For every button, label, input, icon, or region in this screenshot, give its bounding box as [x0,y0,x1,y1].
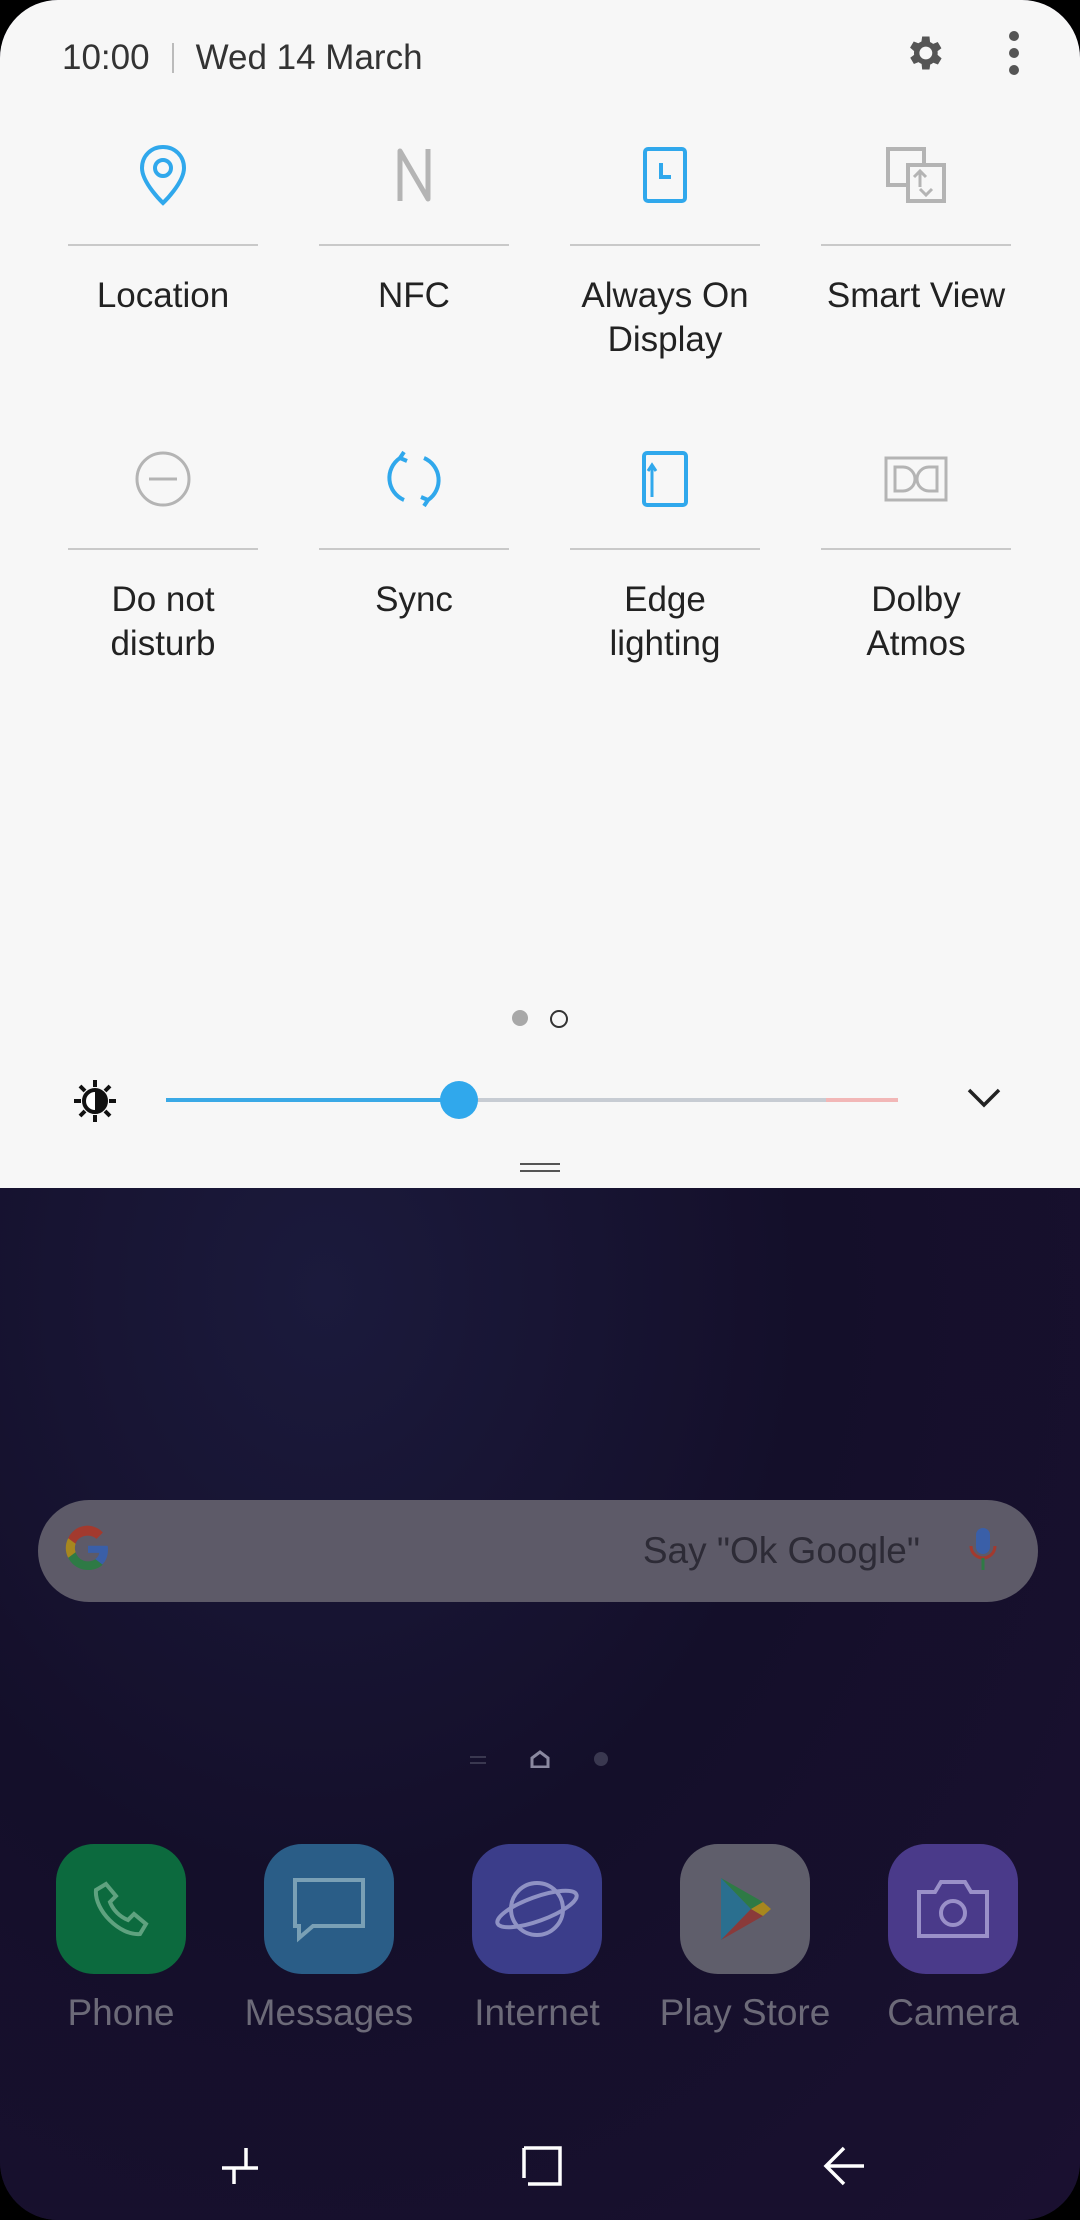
app-camera[interactable]: Camera [853,1844,1053,2034]
google-logo-icon [64,1525,112,1578]
tile-divider [319,244,509,246]
recent-apps-icon[interactable] [218,2144,262,2193]
page-dot[interactable] [512,1010,528,1026]
dock: Phone Messages Internet Play Store Camer… [0,1844,1080,2044]
nfc-icon [319,120,509,230]
app-label: Messages [244,1992,414,2033]
tile-divider [570,244,760,246]
divider [171,43,174,73]
tile-divider [570,548,760,550]
app-messages[interactable]: Messages [229,1844,429,2034]
navigation-bar [0,2108,1080,2220]
slider-high-zone [826,1098,898,1102]
tile-edge-lighting[interactable]: Edge lighting [570,424,760,666]
tile-divider [68,548,258,550]
edge-lighting-icon [570,424,760,534]
screen: 10:00 Wed 14 March Location NFC Always O… [0,0,1080,2220]
google-search-bar[interactable]: Say "Ok Google" [38,1500,1038,1602]
home-page-icon[interactable] [530,1750,550,1773]
smart-view-icon [821,120,1011,230]
tile-label: Edge lighting [609,580,721,663]
play-store-icon [680,1844,810,1974]
app-play-store[interactable]: Play Store [645,1844,845,2034]
brightness-icon [72,1078,118,1129]
tile-location[interactable]: Location [68,120,258,318]
sync-icon [319,424,509,534]
always-on-display-icon [570,120,760,230]
tile-label: Location [96,276,230,315]
tile-label: Always On Display [581,276,749,359]
do-not-disturb-icon [68,424,258,534]
app-label: Phone [67,1992,175,2033]
home-button-icon[interactable] [520,2144,564,2193]
tile-divider [821,548,1011,550]
app-label: Internet [474,1992,600,2033]
tile-smart-view[interactable]: Smart View [821,120,1011,318]
tile-divider [68,244,258,246]
app-internet[interactable]: Internet [437,1844,637,2034]
page-dot-current[interactable] [550,1010,568,1028]
page-dot[interactable] [594,1752,608,1771]
slider-fill [166,1098,459,1102]
tile-divider [319,548,509,550]
messages-icon [264,1844,394,1974]
microphone-icon[interactable] [968,1526,998,1577]
tile-label: Do not disturb [110,580,216,663]
home-page-indicator [470,1750,608,1773]
tile-sync[interactable]: Sync [319,424,509,622]
camera-icon [888,1844,1018,1974]
app-label: Play Store [659,1992,831,2033]
status-bar: 10:00 Wed 14 March [62,36,423,80]
chevron-down-icon[interactable] [966,1086,1002,1115]
brightness-slider[interactable] [166,1081,898,1119]
tile-nfc[interactable]: NFC [319,120,509,318]
quick-settings-panel: 10:00 Wed 14 March Location NFC Always O… [0,0,1080,1188]
app-phone[interactable]: Phone [21,1844,221,2034]
tile-dolby-atmos[interactable]: Dolby Atmos [821,424,1011,666]
home-screen: Say "Ok Google" Phone Messages Internet … [0,1188,1080,2220]
tile-label: Smart View [826,276,1006,315]
tile-always-on-display[interactable]: Always On Display [570,120,760,362]
clock: 10:00 [62,38,150,77]
tile-do-not-disturb[interactable]: Do not disturb [68,424,258,666]
location-icon [68,120,258,230]
search-hint: Say "Ok Google" [642,1530,920,1571]
internet-icon [472,1844,602,1974]
dolby-atmos-icon [821,424,1011,534]
date: Wed 14 March [195,38,423,77]
tile-label: NFC [378,276,450,315]
back-button-icon[interactable] [822,2144,866,2193]
panel-drag-handle[interactable] [520,1163,560,1177]
page-indicator [512,1010,568,1028]
menu-lines-icon[interactable] [470,1753,486,1771]
more-options-icon[interactable] [1008,30,1020,76]
tile-divider [821,244,1011,246]
tile-label: Sync [375,580,453,619]
app-label: Camera [887,1992,1019,2033]
slider-thumb[interactable] [439,1081,478,1119]
settings-gear-icon[interactable] [902,31,946,75]
phone-icon [56,1844,186,1974]
tile-label: Dolby Atmos [866,580,966,663]
panel-actions [902,30,1020,76]
